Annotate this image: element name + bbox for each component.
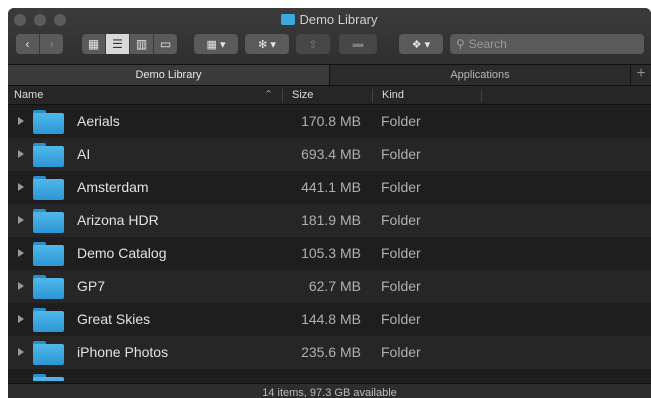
share-button[interactable]: ⇧ [296,34,330,54]
finder-window: Demo Library ‹ › ▦ ☰ ▥ ▭ ▦ ▾ ✻ ▾ ⇧ ▬ ❖ ▾… [8,8,651,398]
arrange-button[interactable]: ▦ ▾ [194,34,238,54]
folder-icon [33,374,64,381]
list-item[interactable]: Amsterdam 441.1 MB Folder [8,171,651,204]
column-divider[interactable] [481,89,482,102]
chevron-left-icon: ‹ [25,37,30,51]
forward-button[interactable]: › [40,34,63,54]
arrange-icon: ▦ ▾ [206,38,226,51]
item-size: 181.9 MB [301,212,361,228]
disclosure-triangle-icon[interactable] [18,348,24,356]
dropbox-button[interactable]: ❖ ▾ [399,34,443,54]
list-item[interactable]: iPhone Photos 235.6 MB Folder [8,336,651,369]
item-size: 693.4 MB [301,146,361,162]
tab-bar: Demo Library Applications + [8,65,651,85]
tag-icon: ▬ [352,38,364,50]
gallery-view-button[interactable]: ▭ [154,34,177,54]
title-bar: Demo Library ‹ › ▦ ☰ ▥ ▭ ▦ ▾ ✻ ▾ ⇧ ▬ ❖ ▾… [8,8,651,65]
column-view-button[interactable]: ▥ [130,34,154,54]
item-name: iPhone Photos [77,344,169,360]
item-size: 441.1 MB [301,179,361,195]
item-size: 235.6 MB [301,344,361,360]
search-placeholder: Search [468,37,507,51]
folder-icon [281,14,296,25]
list-item[interactable]: AI 693.4 MB Folder [8,138,651,171]
disclosure-triangle-icon[interactable] [18,216,24,224]
item-size: 144.8 MB [301,311,361,327]
new-tab-button[interactable]: + [631,65,651,85]
tab-demo-library[interactable]: Demo Library [8,65,330,85]
tags-button[interactable]: ▬ [339,34,377,54]
size-column-header[interactable]: Size [292,86,313,105]
list-item[interactable]: GP7 62.7 MB Folder [8,270,651,303]
item-name: Great Skies [77,311,151,327]
file-list: Aerials 170.8 MB Folder AI 693.4 MB Fold… [8,105,651,381]
disclosure-triangle-icon[interactable] [18,183,24,191]
folder-icon [33,143,64,167]
folder-icon [33,242,64,266]
icon-view-button[interactable]: ▦ [82,34,106,54]
item-name: Amsterdam [77,179,149,195]
item-kind: Folder [381,245,421,261]
folder-icon [33,176,64,200]
folder-icon [33,275,64,299]
list-item[interactable]: Arizona HDR 181.9 MB Folder [8,204,651,237]
back-forward-control: ‹ › [16,34,63,54]
grid-icon: ▦ [87,37,100,51]
item-size: 170.8 MB [301,113,361,129]
item-kind: Folder [381,311,421,327]
view-mode-control: ▦ ☰ ▥ ▭ [82,34,177,54]
folder-icon [33,341,64,365]
back-button[interactable]: ‹ [16,34,40,54]
share-icon: ⇧ [308,38,318,51]
item-name: GP7 [77,278,106,294]
disclosure-triangle-icon[interactable] [18,282,24,290]
list-item[interactable]: Aerials 170.8 MB Folder [8,105,651,138]
column-divider[interactable] [282,89,283,102]
list-item[interactable]: Demo Catalog 105.3 MB Folder [8,237,651,270]
status-bar: 14 items, 97.3 GB available [8,383,651,398]
item-name: AI [77,146,91,162]
action-button[interactable]: ✻ ▾ [245,34,289,54]
item-kind: Folder [381,344,421,360]
window-title: Demo Library [8,12,651,27]
list-item-partial[interactable] [8,369,651,381]
item-size: 105.3 MB [301,245,361,261]
folder-icon [33,308,64,332]
item-size: 62.7 MB [308,278,361,294]
item-kind: Folder [381,113,421,129]
search-icon: ⚲ [456,37,465,51]
column-divider[interactable] [372,89,373,102]
item-name: Arizona HDR [77,212,159,228]
folder-icon [33,110,64,134]
gallery-icon: ▭ [159,37,172,51]
disclosure-triangle-icon[interactable] [18,249,24,257]
item-kind: Folder [381,146,421,162]
sort-indicator-icon: ⌃ [264,89,274,101]
disclosure-triangle-icon[interactable] [18,117,24,125]
list-view-button[interactable]: ☰ [106,34,130,54]
gear-icon: ✻ ▾ [258,38,276,51]
item-name: Demo Catalog [77,245,167,261]
name-column-header[interactable]: Name [14,86,43,105]
disclosure-triangle-icon[interactable] [18,315,24,323]
search-field[interactable]: ⚲ Search [450,34,644,54]
folder-icon [33,209,64,233]
list-item[interactable]: Great Skies 144.8 MB Folder [8,303,651,336]
list-icon: ☰ [112,37,123,51]
item-name: Aerials [77,113,120,129]
item-kind: Folder [381,278,421,294]
dropbox-icon: ❖ ▾ [411,38,431,51]
columns-icon: ▥ [135,37,148,51]
tab-applications[interactable]: Applications [330,65,631,85]
kind-column-header[interactable]: Kind [382,86,404,105]
column-header: Name ⌃ Size Kind [8,85,651,105]
chevron-right-icon: › [49,37,54,51]
disclosure-triangle-icon[interactable] [18,150,24,158]
item-kind: Folder [381,212,421,228]
item-kind: Folder [381,179,421,195]
